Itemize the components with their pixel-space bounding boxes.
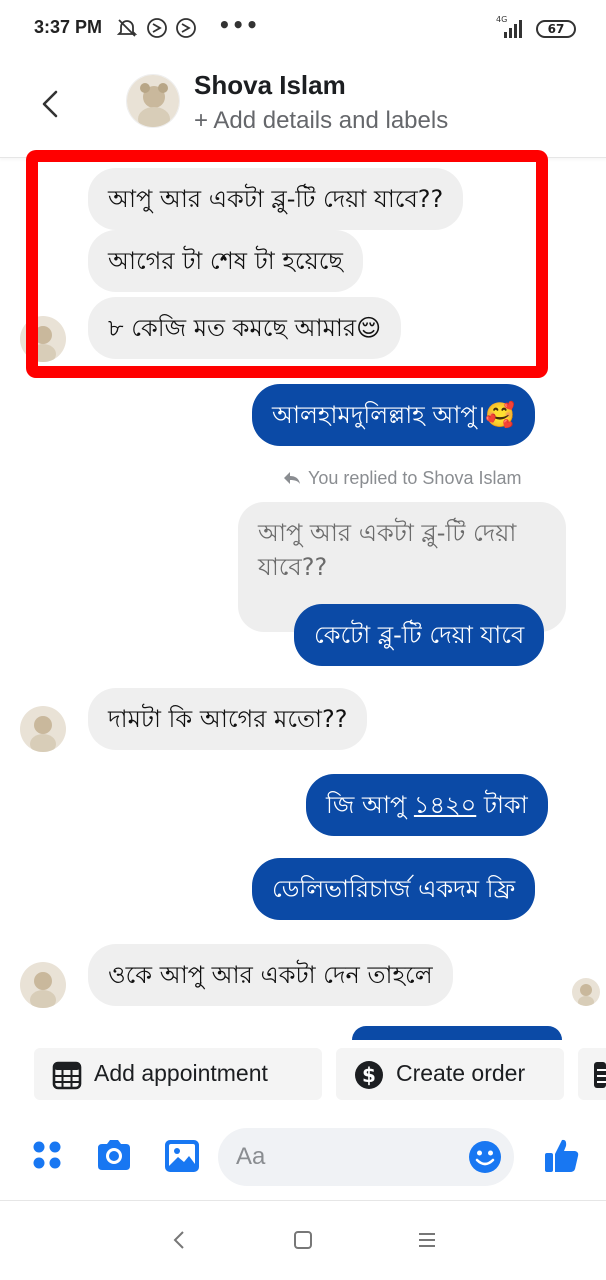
message-incoming[interactable]: দামটা কি আগের মতো?? [88, 688, 368, 750]
status-icons [116, 17, 197, 40]
status-more: ••• [218, 13, 260, 37]
create-order-label: Create order [396, 1060, 526, 1086]
emoji-icon[interactable] [468, 1140, 502, 1174]
more-actions-button[interactable] [578, 1048, 606, 1100]
status-bar: 3:37 PM ••• 4G 67 [0, 0, 606, 60]
contact-avatar[interactable] [126, 74, 180, 128]
camera-icon[interactable] [94, 1136, 134, 1176]
message-outgoing[interactable]: আলহামদুলিল্লাহ আপু।🥰 [252, 384, 536, 446]
add-appointment-button[interactable]: Add appointment [34, 1048, 322, 1100]
message-outgoing[interactable]: জি আপু ১৪২০ টাকা [306, 774, 548, 836]
sender-avatar [20, 962, 66, 1008]
add-appointment-label: Add appointment [94, 1060, 268, 1086]
message-input[interactable] [236, 1138, 466, 1176]
battery-indicator: 67 [536, 20, 576, 38]
message-outgoing[interactable]: কেটো ব্লু-টি দেয়া যাবে [294, 604, 545, 666]
contact-name[interactable]: Shova Islam [194, 70, 346, 101]
reply-arrow-icon [284, 472, 300, 484]
list-icon [594, 1062, 606, 1088]
sync-icon [146, 18, 167, 38]
message-composer [0, 1112, 606, 1202]
read-receipt-avatar [572, 978, 600, 1006]
signal-icon [504, 20, 522, 38]
reply-note-text: You replied to Shova Islam [308, 468, 522, 488]
sync-icon [176, 18, 197, 38]
conversation-header: Shova Islam + Add details and labels [0, 60, 606, 158]
like-icon[interactable] [542, 1136, 582, 1176]
add-details-link[interactable]: + Add details and labels [194, 107, 448, 135]
message-incoming[interactable]: ওকে আপু আর একটা দেন তাহলে [88, 944, 453, 1006]
reply-indicator: You replied to Shova Islam [282, 468, 521, 489]
status-time: 3:37 PM [34, 17, 103, 37]
gallery-icon[interactable] [162, 1136, 202, 1176]
menu-dots-icon[interactable] [28, 1136, 68, 1176]
message-outgoing[interactable]: ডেলিভারিচার্জ একদম ফ্রি [252, 858, 536, 920]
message-text: জি আপু [326, 791, 414, 819]
message-text: টাকা [476, 791, 528, 819]
nav-home-icon[interactable] [290, 1227, 316, 1253]
nav-back-icon[interactable] [166, 1227, 192, 1253]
sender-avatar [20, 706, 66, 752]
message-outgoing-partial [352, 1026, 562, 1040]
svg-text:$: $ [362, 1063, 376, 1087]
price-link[interactable]: ১৪২০ [414, 791, 476, 819]
highlight-box [26, 150, 548, 378]
create-order-button[interactable]: $ Create order [336, 1048, 564, 1100]
back-arrow-icon[interactable] [36, 84, 66, 124]
system-nav-bar [0, 1200, 606, 1280]
calendar-icon [52, 1061, 82, 1090]
dollar-icon: $ [355, 1061, 383, 1089]
muted-bell-icon [116, 19, 138, 37]
message-input-container[interactable] [218, 1128, 514, 1186]
nav-recents-icon[interactable] [414, 1227, 440, 1253]
